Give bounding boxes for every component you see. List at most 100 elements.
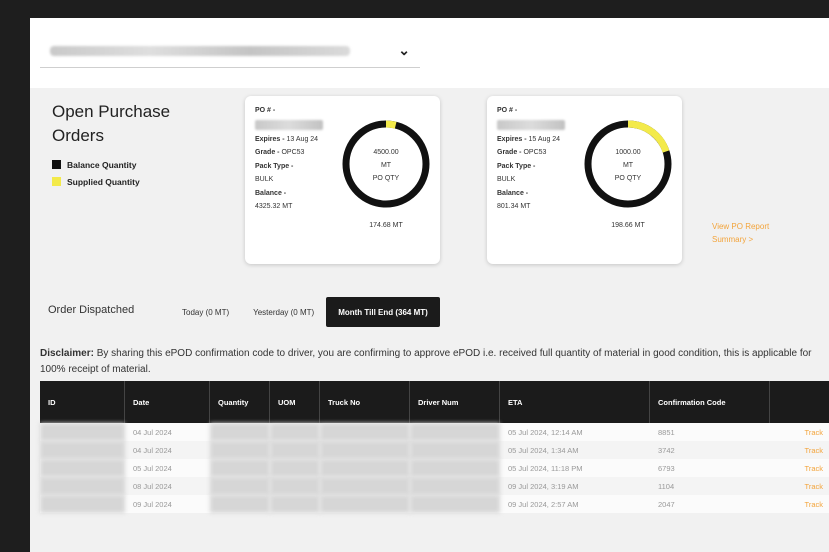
cell-id bbox=[40, 441, 125, 459]
legend-swatch-yellow bbox=[52, 177, 61, 186]
redacted-value bbox=[270, 459, 320, 477]
balance-value: 801.34 MT bbox=[497, 203, 531, 210]
table-row: 04 Jul 2024 05 Jul 2024, 1:34 AM 3742 Track bbox=[40, 441, 829, 459]
po-qty-label: PO QTY bbox=[372, 175, 400, 182]
redacted-value bbox=[210, 423, 270, 441]
cell-truck-no bbox=[320, 459, 410, 477]
grade-value: OPC53 bbox=[281, 149, 305, 156]
track-link[interactable]: Track bbox=[770, 441, 829, 459]
cell-date: 08 Jul 2024 bbox=[133, 481, 172, 491]
redacted-value bbox=[410, 459, 500, 477]
po-number-label: PO # - bbox=[255, 107, 276, 114]
cell-uom bbox=[270, 423, 320, 441]
balance-label: Balance - bbox=[255, 189, 287, 197]
legend-label: Supplied Quantity bbox=[67, 176, 140, 187]
cell-id bbox=[40, 495, 125, 513]
redacted-value bbox=[320, 423, 410, 441]
legend-item-supplied: Supplied Quantity bbox=[52, 173, 140, 190]
chevron-down-icon: ⌄ bbox=[398, 42, 410, 58]
cell-driver-num bbox=[410, 459, 500, 477]
redacted-value bbox=[40, 459, 125, 477]
redacted-value bbox=[410, 423, 500, 441]
pack-type-label: Pack Type - bbox=[255, 162, 294, 170]
redacted-value bbox=[270, 477, 320, 495]
cell-truck-no bbox=[320, 423, 410, 441]
redacted-value bbox=[270, 423, 320, 441]
column-header-date[interactable]: Date bbox=[125, 381, 210, 423]
column-header-confirmation-code[interactable]: Confirmation Code bbox=[650, 381, 770, 423]
column-header-truck-no[interactable]: Truck No bbox=[320, 381, 410, 423]
cell-id bbox=[40, 459, 125, 477]
redacted-value bbox=[410, 441, 500, 459]
legend-item-balance: Balance Quantity bbox=[52, 156, 140, 173]
cell-date: 04 Jul 2024 bbox=[133, 445, 172, 455]
track-link[interactable]: Track bbox=[770, 495, 829, 513]
column-header-driver-num[interactable]: Driver Num bbox=[410, 381, 500, 423]
redacted-value bbox=[210, 459, 270, 477]
cell-truck-no bbox=[320, 441, 410, 459]
donut-center-text: 1000.00 MT PO QTY bbox=[582, 146, 674, 185]
column-header-eta[interactable]: ETA bbox=[500, 381, 650, 423]
grade-label: Grade - bbox=[255, 149, 280, 156]
disclaimer-body: By sharing this ePOD confirmation code t… bbox=[40, 348, 812, 375]
cell-quantity bbox=[210, 423, 270, 441]
po-number-redacted bbox=[255, 119, 323, 130]
track-link[interactable]: Track bbox=[770, 423, 829, 441]
app-frame: ⌄ Open Purchase Orders Balance Quantity … bbox=[30, 18, 829, 552]
column-header-id[interactable]: ID bbox=[40, 381, 125, 423]
po-card[interactable]: PO # - Expires - 13 Aug 24 Grade - OPC53… bbox=[245, 96, 440, 264]
account-selector-dropdown[interactable]: ⌄ bbox=[40, 34, 420, 68]
cell-eta: 09 Jul 2024, 2:57 AM bbox=[508, 499, 579, 509]
table-row: 04 Jul 2024 05 Jul 2024, 12:14 AM 8851 Trac… bbox=[40, 423, 829, 441]
redacted-value bbox=[410, 477, 500, 495]
redacted-value bbox=[40, 477, 125, 495]
po-qty-unit: MT bbox=[622, 162, 634, 169]
tab-today[interactable]: Today (0 MT) bbox=[170, 297, 242, 327]
cell-eta: 05 Jul 2024, 11:18 PM bbox=[508, 463, 583, 473]
redacted-value bbox=[210, 477, 270, 495]
legend-label: Balance Quantity bbox=[67, 159, 137, 170]
chart-legend: Balance Quantity Supplied Quantity bbox=[52, 156, 140, 190]
supplied-quantity-value: 174.68 MT bbox=[369, 222, 403, 229]
expires-label: Expires - bbox=[255, 135, 285, 143]
redacted-value bbox=[410, 495, 500, 513]
column-header-quantity[interactable]: Quantity bbox=[210, 381, 270, 423]
cell-date: 09 Jul 2024 bbox=[133, 499, 172, 509]
tab-yesterday[interactable]: Yesterday (0 MT) bbox=[241, 297, 327, 327]
po-qty-value: 1000.00 bbox=[615, 149, 641, 156]
cell-confirmation-code: 6793 bbox=[658, 463, 675, 473]
column-header-uom[interactable]: UOM bbox=[270, 381, 320, 423]
table-body: 04 Jul 2024 05 Jul 2024, 12:14 AM 8851 Trac… bbox=[40, 423, 829, 513]
po-details: PO # - Expires - 15 Aug 24 Grade - OPC53… bbox=[497, 104, 577, 214]
po-card[interactable]: PO # - Expires - 15 Aug 24 Grade - OPC53… bbox=[487, 96, 682, 264]
balance-value: 4325.32 MT bbox=[255, 203, 293, 210]
cell-confirmation-code: 3742 bbox=[658, 445, 675, 455]
redacted-value bbox=[320, 477, 410, 495]
expires-value: 15 Aug 24 bbox=[528, 135, 561, 143]
cell-truck-no bbox=[320, 477, 410, 495]
order-dispatched-label: Order Dispatched bbox=[48, 304, 135, 316]
po-qty-label: PO QTY bbox=[614, 175, 642, 182]
table-header: ID Date Quantity UOM Truck No Driver Num… bbox=[40, 381, 829, 423]
grade-value: OPC53 bbox=[523, 149, 547, 156]
cell-driver-num bbox=[410, 477, 500, 495]
cell-date: 04 Jul 2024 bbox=[133, 427, 172, 437]
cell-uom bbox=[270, 495, 320, 513]
cell-uom bbox=[270, 477, 320, 495]
po-qty-value: 4500.00 bbox=[373, 149, 399, 156]
cell-truck-no bbox=[320, 495, 410, 513]
header-bar: ⌄ bbox=[30, 18, 829, 88]
cell-id bbox=[40, 477, 125, 495]
track-link[interactable]: Track bbox=[770, 477, 829, 495]
redacted-value bbox=[210, 441, 270, 459]
cell-quantity bbox=[210, 495, 270, 513]
tab-month-till-end[interactable]: Month Till End (364 MT) bbox=[326, 297, 440, 327]
table-row: 05 Jul 2024 05 Jul 2024, 11:18 PM 6793 Trac… bbox=[40, 459, 829, 477]
cell-quantity bbox=[210, 459, 270, 477]
po-details: PO # - Expires - 13 Aug 24 Grade - OPC53… bbox=[255, 104, 335, 214]
view-po-report-link[interactable]: View PO Report Summary > bbox=[712, 220, 792, 246]
po-qty-unit: MT bbox=[380, 162, 392, 169]
supplied-quantity-value: 198.66 MT bbox=[611, 222, 645, 229]
track-link[interactable]: Track bbox=[770, 459, 829, 477]
table-row: 09 Jul 2024 09 Jul 2024, 2:57 AM 2047 Track bbox=[40, 495, 829, 513]
